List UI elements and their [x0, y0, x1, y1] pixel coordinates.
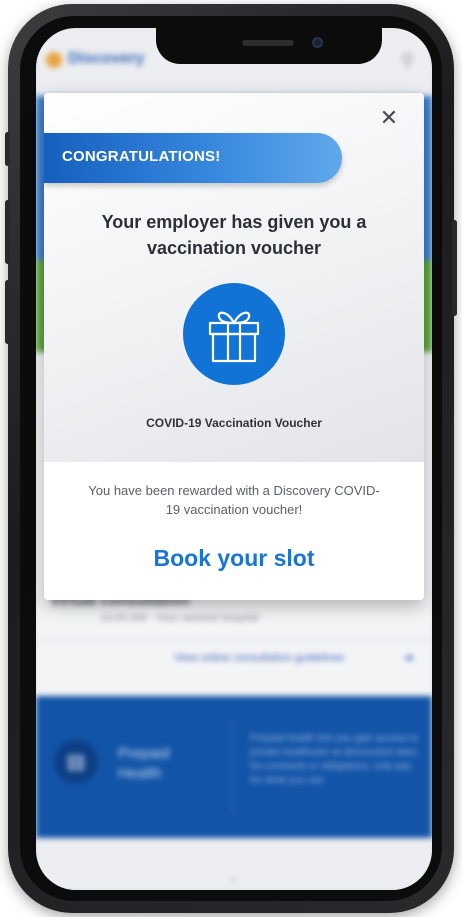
power-button [452, 220, 457, 316]
front-camera [312, 37, 323, 48]
volume-down-button [5, 280, 10, 344]
congratulations-banner: CONGRATULATIONS! [44, 133, 342, 183]
discovery-logo-icon [46, 52, 62, 68]
book-slot-button[interactable]: Book your slot [104, 541, 364, 575]
app-title: Discovery [68, 50, 145, 67]
prepaid-health-card[interactable]: ▤ Prepaid Health Prepaid health lets you… [36, 696, 432, 838]
health-card-icon: ▤ [54, 740, 98, 784]
divider [232, 720, 233, 814]
gift-icon [183, 283, 285, 385]
close-icon[interactable]: ✕ [376, 105, 402, 131]
speaker [242, 40, 294, 46]
appointment-subtitle: 15:00 AM · Your nearest hospital [100, 612, 259, 624]
prepaid-title: Prepaid Health [118, 745, 170, 782]
voucher-modal: ✕ CONGRATULATIONS! Your employer has giv… [44, 93, 424, 600]
modal-headline: Your employer has given you a vaccinatio… [101, 212, 367, 258]
home-indicator [232, 878, 236, 882]
search-icon[interactable]: ⚲ [401, 50, 414, 71]
reward-message: You have been rewarded with a Discovery … [88, 483, 380, 517]
arrow-right-icon[interactable]: ➜ [403, 650, 414, 666]
notch [156, 28, 382, 64]
divider [36, 640, 432, 641]
bottom-bar [36, 838, 432, 890]
guidelines-link[interactable]: View online consultation guidelines [174, 652, 344, 664]
banner-text: CONGRATULATIONS! [62, 148, 221, 165]
mute-switch [5, 132, 10, 166]
volume-up-button [5, 200, 10, 264]
prepaid-description: Prepaid health lets you gain access to p… [250, 733, 420, 786]
voucher-label: COVID-19 Vaccination Voucher [146, 416, 322, 430]
